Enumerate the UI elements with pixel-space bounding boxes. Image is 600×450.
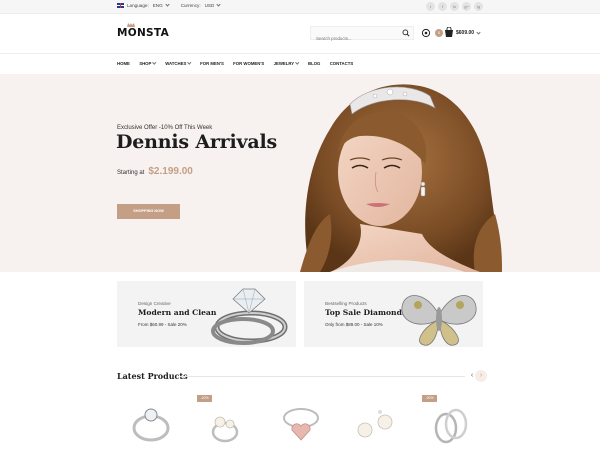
promo-title: Top Sale Diamonds <box>325 308 407 317</box>
currency-value: USD <box>204 3 215 8</box>
promo-price-line: From $60.99 - Sale 20% <box>138 322 187 327</box>
section-divider <box>180 376 465 377</box>
nav-item-watches[interactable]: Watches <box>165 60 192 66</box>
search-box <box>310 26 414 45</box>
chevron-down-icon <box>187 60 192 65</box>
hero-model-image <box>300 84 502 272</box>
search-input[interactable] <box>311 32 397 45</box>
latest-products-title: Latest Products <box>117 371 188 381</box>
linkedin-icon[interactable]: in <box>450 2 459 11</box>
main-nav: Home Shop Watches For Men's For Women's … <box>0 53 600 74</box>
promo-banner-modern[interactable]: Design Creative Modern and Clean From $6… <box>117 281 296 347</box>
shop-now-button[interactable]: SHOPPING NOW <box>117 204 180 219</box>
language-label: Language: <box>127 3 149 8</box>
nav-item-jewelry[interactable]: Jewelry <box>274 60 300 66</box>
hero-price: Starting at $2.199.00 <box>117 166 193 177</box>
chevron-down-icon <box>295 60 300 65</box>
chevron-down-icon <box>165 2 170 7</box>
twitter-icon[interactable]: t <box>426 2 435 11</box>
nav-item-blog[interactable]: Blog <box>308 61 320 66</box>
site-header: MONSTA 0 $609.00 <box>0 14 600 53</box>
language-selector[interactable]: Language: ENG <box>117 2 170 8</box>
promo-kicker: Design Creative <box>138 301 171 306</box>
social-links: t f in g+ ig <box>423 2 483 11</box>
hero-price-amount: $2.199.00 <box>148 166 193 177</box>
chevron-down-icon <box>152 60 157 65</box>
chevron-down-icon <box>476 29 481 35</box>
top-bar: Language: ENG Currency: USD t f in g+ ig <box>0 0 600 14</box>
promo-kicker: Bestselling Products <box>325 301 367 306</box>
cart-total[interactable]: $609.00 <box>456 29 481 36</box>
product-image-heart-ring[interactable] <box>276 400 326 450</box>
product-image-band-rings[interactable] <box>426 400 476 450</box>
uk-flag-icon <box>117 3 124 8</box>
nav-item-contacts[interactable]: Contacts <box>330 61 354 66</box>
nav-item-for-womens[interactable]: For Women's <box>233 61 264 66</box>
butterfly-brooch-image <box>401 295 477 346</box>
site-logo[interactable]: MONSTA <box>117 23 169 39</box>
nav-list: Home Shop Watches For Men's For Women's … <box>117 60 363 66</box>
currency-label: Currency: <box>180 3 201 8</box>
hero-price-prefix: Starting at <box>117 170 145 176</box>
search-icon[interactable] <box>402 29 410 37</box>
product-image-pearl-earrings[interactable] <box>350 400 400 450</box>
logo-text: MONSTA <box>117 27 169 39</box>
product-image-ring[interactable] <box>126 400 176 450</box>
hero-title: Dennis Arrivals <box>116 131 277 153</box>
cart-icon[interactable] <box>443 27 455 39</box>
hero-banner: Exclusive Offer -10% Off This Week Denni… <box>0 74 600 272</box>
crown-icon <box>127 23 135 27</box>
language-value: ENG <box>152 3 163 8</box>
promo-banner-diamonds[interactable]: Bestselling Products Top Sale Diamonds O… <box>304 281 483 347</box>
facebook-icon[interactable]: f <box>438 2 447 11</box>
product-image-pearl-ring[interactable] <box>200 400 250 450</box>
nav-item-shop[interactable]: Shop <box>139 60 157 66</box>
google-plus-icon[interactable]: g+ <box>462 2 471 11</box>
promo-price-line: Only from $89.00 - Sale 10% <box>325 322 383 327</box>
top-bar-selectors: Language: ENG Currency: USD <box>117 2 232 8</box>
carousel-next-button[interactable]: › <box>475 370 487 382</box>
currency-selector[interactable]: Currency: USD <box>180 2 221 8</box>
cart-total-amount: $609.00 <box>456 30 475 36</box>
instagram-icon[interactable]: ig <box>474 2 483 11</box>
chevron-down-icon <box>216 2 221 7</box>
cart-count-badge: 0 <box>435 29 443 37</box>
diamond-ring-image <box>211 288 288 345</box>
nav-item-home[interactable]: Home <box>117 61 130 66</box>
nav-item-for-mens[interactable]: For Men's <box>200 61 224 66</box>
settings-icon[interactable] <box>420 27 432 39</box>
